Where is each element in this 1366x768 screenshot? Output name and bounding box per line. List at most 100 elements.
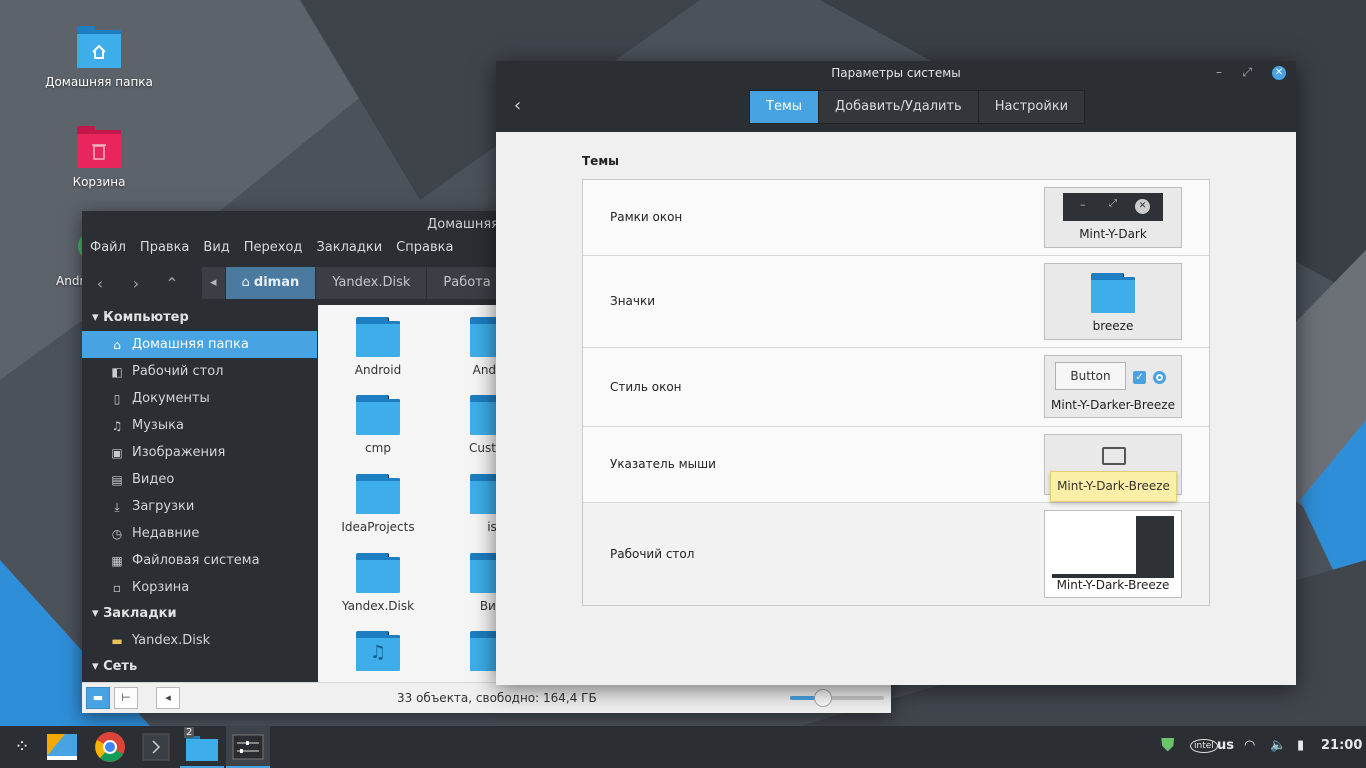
menu-bookmarks[interactable]: Закладки	[316, 238, 382, 258]
sidebar-item-music[interactable]: ♫ Музыка	[82, 412, 317, 439]
icons-preview[interactable]: breeze	[1044, 263, 1182, 340]
window-style-preview[interactable]: Button ✓ Mint-Y-Darker-Breeze	[1044, 355, 1182, 418]
file-item[interactable]: Yandex.Disk	[320, 553, 436, 613]
breadcrumb: ◂ ⌂ diman Yandex.Disk Работа	[202, 267, 508, 299]
intel-icon[interactable]: intel	[1190, 739, 1218, 753]
window-borders-preview[interactable]: – ⤢ ✕ Mint-Y-Dark	[1044, 187, 1182, 248]
desktop-preview[interactable]: Mint-Y-Dark-Breeze	[1044, 510, 1182, 598]
desktop-icon: ◧	[111, 364, 123, 379]
tooltip: Mint-Y-Dark-Breeze	[1050, 471, 1177, 502]
back-arrow-icon[interactable]: ‹	[82, 274, 118, 293]
maximize-icon[interactable]: ⤢	[1242, 65, 1252, 80]
terminal-icon[interactable]	[134, 726, 178, 768]
file-manager-taskbar-icon[interactable]: 2	[180, 726, 224, 768]
file-item[interactable]: is	[434, 474, 498, 534]
minimize-icon[interactable]: –	[1216, 65, 1222, 79]
file-name: Android	[354, 363, 402, 377]
wifi-icon[interactable]: ◠	[1244, 738, 1255, 753]
chrome-icon[interactable]	[88, 726, 132, 768]
sidebar-item-pictures[interactable]: ▣ Изображения	[82, 439, 317, 466]
folder-icon	[356, 474, 400, 514]
sample-button: Button	[1055, 362, 1126, 390]
tab-settings[interactable]: Настройки	[978, 91, 1085, 123]
chevron-down-icon: ▾	[92, 606, 104, 621]
menu-help[interactable]: Справка	[396, 238, 453, 258]
sidebar-item-label: Рабочий стол	[132, 364, 224, 379]
menu-edit[interactable]: Правка	[140, 238, 189, 258]
file-item[interactable]: ♫	[320, 631, 436, 677]
sidebar-item-label: Недавние	[132, 526, 200, 541]
user-folder-icon	[470, 631, 498, 671]
preview-caption: Mint-Y-Darker-Breeze	[1051, 398, 1175, 412]
battery-icon[interactable]: ▮	[1297, 738, 1304, 753]
places-toggle-icon[interactable]: ▬	[86, 687, 110, 709]
tree-view-icon[interactable]: ⊢	[114, 687, 138, 709]
desktop-trash[interactable]: Корзина	[29, 126, 169, 189]
sidebar-header-label: Сеть	[103, 659, 138, 674]
sidebar-item-label: Музыка	[132, 418, 184, 433]
sidebar-item-label: Yandex.Disk	[132, 633, 211, 648]
zoom-slider-handle[interactable]	[813, 689, 832, 707]
desktop-android-partial[interactable]: Andr	[10, 232, 92, 288]
sidebar-item-yandex-disk[interactable]: ▬ Yandex.Disk	[82, 627, 317, 654]
image-placeholder-icon	[1102, 447, 1126, 465]
clock[interactable]: 21:00	[1321, 738, 1362, 753]
sidebar-item-label: Файловая система	[132, 553, 260, 568]
menu-go[interactable]: Переход	[244, 238, 303, 258]
tab-themes[interactable]: Темы	[750, 91, 820, 123]
file-item[interactable]: Вид	[434, 553, 498, 613]
sidebar-item-home[interactable]: ⌂ Домашняя папка	[82, 331, 317, 358]
sidebar-header-bookmarks[interactable]: ▾ Закладки	[82, 601, 317, 627]
volume-icon[interactable]: 🔈	[1270, 738, 1286, 753]
sidebar-item-desktop[interactable]: ◧ Рабочий стол	[82, 358, 317, 385]
app-menu-icon[interactable]: ⁘	[0, 726, 44, 768]
folder-icon	[470, 474, 498, 514]
folder-icon: ▬	[111, 633, 123, 648]
close-icon[interactable]: ✕	[1272, 66, 1286, 80]
system-settings-window: Параметры системы – ⤢ ✕ ‹ Темы Добавить/…	[496, 61, 1296, 685]
up-arrow-icon[interactable]: ⌃	[154, 274, 190, 293]
sidebar-header-computer[interactable]: ▾ Компьютер	[82, 305, 317, 331]
back-arrow-icon[interactable]: ‹	[514, 95, 521, 116]
file-item[interactable]: Android	[320, 317, 436, 377]
preview-caption: breeze	[1092, 319, 1134, 333]
settings-tabs: Темы Добавить/Удалить Настройки	[749, 90, 1086, 124]
row-label: Рабочий стол	[610, 547, 695, 561]
chevron-down-icon: ▾	[92, 659, 104, 674]
menu-file[interactable]: Файл	[90, 238, 126, 258]
drive-icon: ▦	[111, 553, 123, 568]
forward-arrow-icon[interactable]: ›	[118, 274, 154, 293]
file-grid: Android Androi cmp Custom IdeaProjects i…	[318, 305, 498, 682]
file-item[interactable]: cmp	[320, 395, 436, 455]
breadcrumb-diman[interactable]: ⌂ diman	[225, 267, 317, 299]
zoom-slider[interactable]	[790, 689, 884, 707]
file-item[interactable]: IdeaProjects	[320, 474, 436, 534]
sidebar-hide-icon[interactable]: ◂	[156, 687, 180, 709]
breadcrumb-left-arrow-icon[interactable]: ◂	[202, 267, 226, 299]
shield-check-icon[interactable]: ⛊	[1161, 735, 1175, 756]
keyboard-layout[interactable]: us	[1217, 738, 1234, 753]
sidebar-item-trash[interactable]: ▫ Корзина	[82, 574, 317, 601]
kde-app-icon[interactable]	[41, 726, 85, 768]
sidebar-item-label: Видео	[132, 472, 175, 487]
menu-view[interactable]: Вид	[203, 238, 229, 258]
trash-icon: ▫	[112, 580, 122, 595]
settings-taskbar-icon[interactable]	[226, 726, 270, 768]
sidebar-item-downloads[interactable]: ⤓ Загрузки	[82, 493, 317, 520]
sidebar-item-filesystem[interactable]: ▦ Файловая система	[82, 547, 317, 574]
file-item[interactable]: Androi	[434, 317, 498, 377]
clock-icon: ◷	[111, 526, 123, 541]
close-icon: ✕	[1135, 199, 1150, 214]
row-label: Рамки окон	[610, 210, 683, 224]
file-item[interactable]: Custom	[434, 395, 498, 455]
sidebar-header-network[interactable]: ▾ Сеть	[82, 654, 317, 680]
breadcrumb-yandex-disk[interactable]: Yandex.Disk	[316, 267, 428, 299]
sidebar-item-videos[interactable]: ▤ Видео	[82, 466, 317, 493]
sidebar-item-recent[interactable]: ◷ Недавние	[82, 520, 317, 547]
radio-icon	[1153, 371, 1166, 384]
file-item[interactable]	[434, 631, 498, 677]
desktop-home-folder[interactable]: Домашняя папка	[29, 26, 169, 89]
sidebar-item-documents[interactable]: ▯ Документы	[82, 385, 317, 412]
tab-add-remove[interactable]: Добавить/Удалить	[819, 91, 979, 123]
film-icon: ▤	[111, 472, 123, 487]
